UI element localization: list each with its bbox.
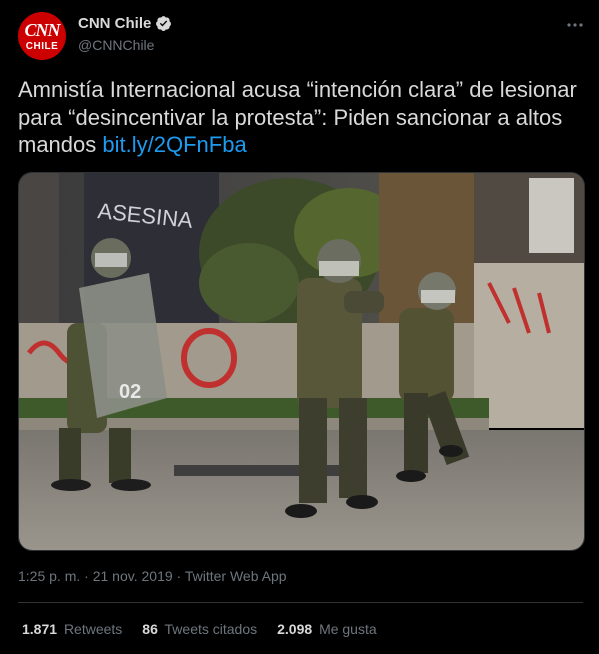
photo-illustration: 02 ASESINA [19, 173, 584, 550]
quote-tweets-count: 86 [142, 621, 158, 637]
avatar-logo-text: CNN [24, 20, 60, 40]
tweet-photo[interactable]: 02 ASESINA [18, 172, 585, 551]
author-display-name[interactable]: CNN Chile [78, 15, 151, 32]
avatar-logo-subtext: CHILE [25, 41, 59, 52]
author-avatar[interactable]: CNN CHILE [18, 12, 66, 60]
verified-badge-icon [156, 16, 172, 31]
tweet-time[interactable]: 1:25 p. m. [18, 568, 80, 584]
tweet-link[interactable]: bit.ly/2QFnFba [102, 132, 246, 157]
stat-likes[interactable]: 2.098 Me gusta [277, 621, 377, 637]
tweet-detail: CNN CHILE CNN Chile @CNNChile Amnistía I… [0, 0, 599, 654]
quote-tweets-label: Tweets citados [164, 621, 258, 637]
author-handle[interactable]: @CNNChile [78, 37, 154, 53]
meta-separator-2: · [176, 568, 182, 584]
tweet-source[interactable]: Twitter Web App [185, 568, 287, 584]
retweets-count: 1.871 [22, 621, 58, 637]
likes-label: Me gusta [319, 621, 377, 637]
divider [18, 602, 583, 603]
likes-count: 2.098 [277, 621, 313, 637]
meta-separator-1: · [84, 568, 89, 584]
more-options-icon[interactable] [562, 12, 588, 38]
tweet-date[interactable]: 21 nov. 2019 [93, 568, 173, 584]
stat-retweets[interactable]: 1.871 Retweets [22, 621, 122, 637]
tweet-stats: 1.871 Retweets 86 Tweets citados 2.098 M… [22, 621, 397, 637]
tweet-text: Amnistía Internacional acusa “intención … [18, 76, 583, 159]
author-name-row[interactable]: CNN Chile [78, 15, 172, 32]
stat-quote-tweets[interactable]: 86 Tweets citados [142, 621, 257, 637]
tweet-metadata: 1:25 p. m. · 21 nov. 2019 · Twitter Web … [18, 568, 287, 584]
shield-number: 02 [119, 381, 141, 403]
retweets-label: Retweets [63, 621, 123, 637]
